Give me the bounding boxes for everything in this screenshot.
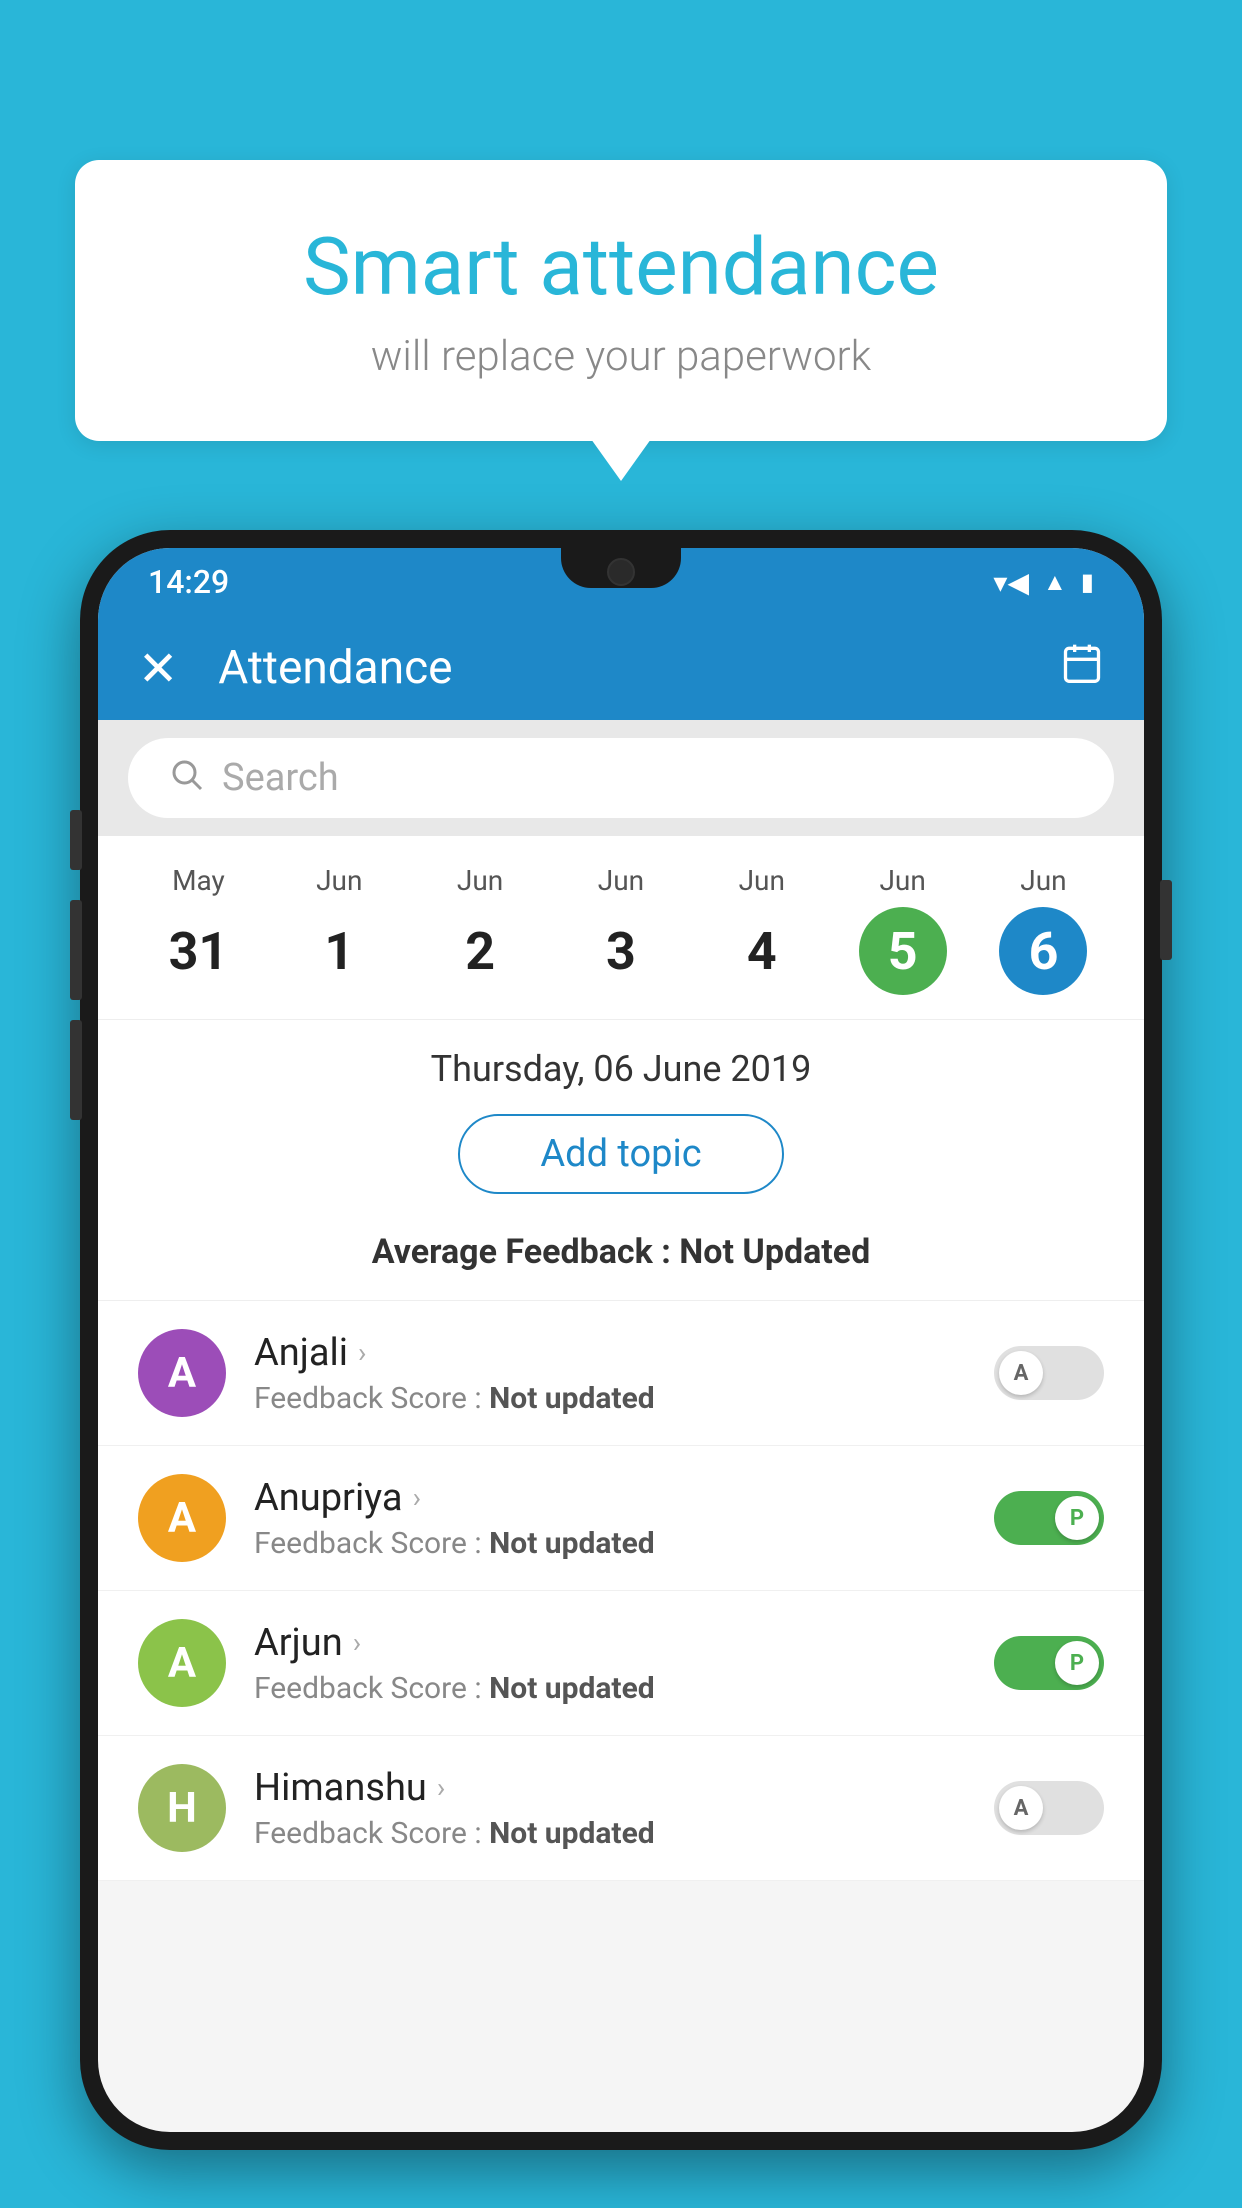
cal-month-label: Jun: [598, 864, 644, 897]
chevron-icon: ›: [353, 1626, 361, 1659]
student-feedback-score: Feedback Score : Not updated: [254, 1816, 966, 1851]
student-name[interactable]: Anjali ›: [254, 1331, 966, 1375]
speech-bubble: Smart attendance will replace your paper…: [75, 160, 1167, 441]
cal-month-label: May: [172, 864, 225, 897]
calendar-day-4[interactable]: Jun 4: [718, 864, 806, 995]
power-button: [1160, 880, 1172, 960]
toggle-knob: P: [1055, 1496, 1099, 1540]
chevron-icon: ›: [413, 1481, 421, 1514]
search-icon: [168, 756, 204, 801]
add-topic-section: Add topic: [98, 1104, 1144, 1222]
student-name[interactable]: Arjun ›: [254, 1621, 966, 1665]
calendar-day-0[interactable]: May 31: [154, 864, 242, 995]
battery-icon: ▮: [1081, 568, 1094, 596]
calendar-day-2[interactable]: Jun 2: [436, 864, 524, 995]
close-button[interactable]: ✕: [138, 640, 178, 697]
search-bar-container: Search: [98, 720, 1144, 836]
cal-date-number: 31: [154, 907, 242, 995]
student-info: Arjun › Feedback Score : Not updated: [254, 1621, 966, 1706]
student-info: Himanshu › Feedback Score : Not updated: [254, 1766, 966, 1851]
status-icons: ▾◀ ▲ ▮: [993, 566, 1094, 599]
bubble-title: Smart attendance: [155, 220, 1087, 314]
student-item-2: A Arjun › Feedback Score : Not updated P: [98, 1591, 1144, 1736]
student-name[interactable]: Himanshu ›: [254, 1766, 966, 1810]
phone-outer: 14:29 ▾◀ ▲ ▮ ✕ Attendance: [80, 530, 1162, 2150]
phone-screen: 14:29 ▾◀ ▲ ▮ ✕ Attendance: [98, 548, 1144, 2132]
selected-date-label: Thursday, 06 June 2019: [98, 1020, 1144, 1104]
cal-date-number: 3: [577, 907, 665, 995]
calendar-day-6[interactable]: Jun 6: [999, 864, 1087, 995]
avg-feedback-value: Not Updated: [679, 1232, 870, 1272]
cal-month-label: Jun: [316, 864, 362, 897]
cal-month-label: Jun: [879, 864, 925, 897]
attendance-toggle[interactable]: P: [994, 1491, 1104, 1545]
volume-up-button: [70, 810, 82, 870]
student-avatar: A: [138, 1619, 226, 1707]
student-avatar: H: [138, 1764, 226, 1852]
attendance-toggle[interactable]: P: [994, 1636, 1104, 1690]
student-info: Anjali › Feedback Score : Not updated: [254, 1331, 966, 1416]
toggle-knob: P: [1055, 1641, 1099, 1685]
student-name[interactable]: Anupriya ›: [254, 1476, 966, 1520]
student-list: AAnjali ›Feedback Score : Not updatedAAA…: [98, 1301, 1144, 1881]
average-feedback: Average Feedback : Not Updated: [98, 1222, 1144, 1301]
bubble-subtitle: will replace your paperwork: [155, 332, 1087, 381]
cal-month-label: Jun: [1020, 864, 1066, 897]
student-avatar: A: [138, 1474, 226, 1562]
add-topic-button[interactable]: Add topic: [458, 1114, 783, 1194]
phone-wrapper: 14:29 ▾◀ ▲ ▮ ✕ Attendance: [80, 530, 1162, 2208]
chevron-icon: ›: [358, 1336, 366, 1369]
attendance-toggle[interactable]: A: [994, 1781, 1104, 1835]
toggle-knob: A: [999, 1786, 1043, 1830]
cal-date-number: 4: [718, 907, 806, 995]
cal-date-number: 2: [436, 907, 524, 995]
signal-icon: ▲: [1043, 568, 1067, 597]
chevron-icon: ›: [437, 1771, 445, 1804]
status-time: 14:29: [148, 563, 229, 601]
student-feedback-score: Feedback Score : Not updated: [254, 1671, 966, 1706]
toggle-switch[interactable]: P: [994, 1491, 1104, 1545]
cal-date-number: 6: [999, 907, 1087, 995]
toggle-switch[interactable]: A: [994, 1346, 1104, 1400]
calendar-day-5[interactable]: Jun 5: [859, 864, 947, 995]
avg-feedback-label: Average Feedback :: [372, 1232, 680, 1272]
student-feedback-score: Feedback Score : Not updated: [254, 1526, 966, 1561]
student-avatar: A: [138, 1329, 226, 1417]
toggle-knob: A: [999, 1351, 1043, 1395]
speech-bubble-container: Smart attendance will replace your paper…: [75, 160, 1167, 441]
cal-date-number: 1: [295, 907, 383, 995]
student-feedback-score: Feedback Score : Not updated: [254, 1381, 966, 1416]
volume-down-button: [70, 900, 82, 1000]
cal-date-number: 5: [859, 907, 947, 995]
cal-month-label: Jun: [457, 864, 503, 897]
app-bar-title: Attendance: [218, 641, 1060, 695]
phone-camera: [607, 558, 635, 586]
silent-button: [70, 1020, 82, 1120]
wifi-icon: ▾◀: [993, 566, 1029, 599]
student-item-1: A Anupriya › Feedback Score : Not updated P: [98, 1446, 1144, 1591]
calendar-strip: May 31 Jun 1 Jun 2 Jun 3 Jun 4 Jun 5 Jun 6: [98, 836, 1144, 1020]
toggle-switch[interactable]: P: [994, 1636, 1104, 1690]
attendance-toggle[interactable]: A: [994, 1346, 1104, 1400]
app-bar: ✕ Attendance: [98, 616, 1144, 720]
toggle-switch[interactable]: A: [994, 1781, 1104, 1835]
student-info: Anupriya › Feedback Score : Not updated: [254, 1476, 966, 1561]
search-bar[interactable]: Search: [128, 738, 1114, 818]
calendar-day-1[interactable]: Jun 1: [295, 864, 383, 995]
search-input-placeholder: Search: [222, 756, 339, 800]
calendar-day-3[interactable]: Jun 3: [577, 864, 665, 995]
calendar-icon[interactable]: [1060, 641, 1104, 695]
student-item-3: H Himanshu › Feedback Score : Not updated A: [98, 1736, 1144, 1881]
student-item-0: A Anjali › Feedback Score : Not updated A: [98, 1301, 1144, 1446]
cal-month-label: Jun: [739, 864, 785, 897]
